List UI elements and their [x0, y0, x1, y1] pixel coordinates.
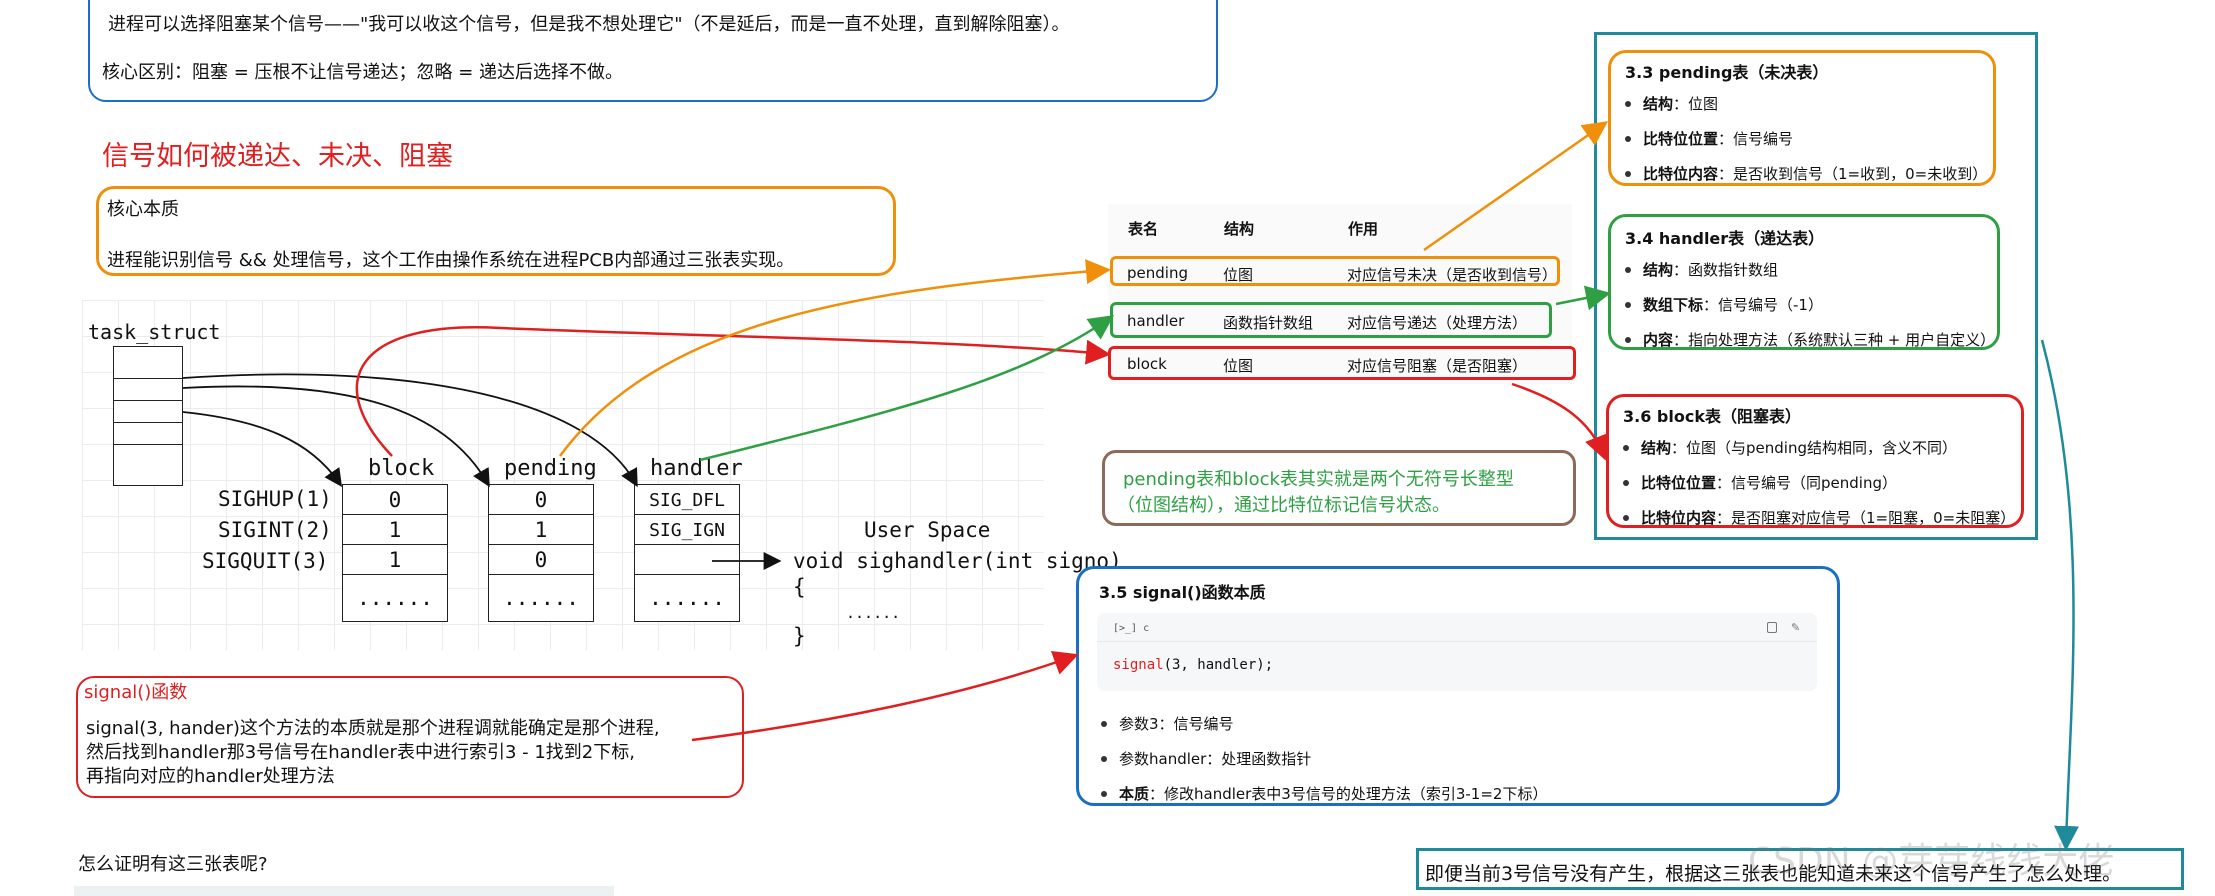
pending-to-table-arrow — [558, 259, 1111, 457]
signal-box-to-card-arrow — [691, 651, 1079, 742]
table-to-pending-card-arrow — [1423, 121, 1609, 252]
task-to-pending-arrow — [182, 385, 490, 488]
arrows-overlay — [182, 121, 2080, 851]
task-to-handler-arrow — [182, 373, 638, 488]
table-to-handler-card-arrow — [1555, 285, 1611, 311]
handler-to-table-arrow — [699, 315, 1115, 462]
task-to-block-arrow — [182, 411, 343, 487]
frame-to-bottom-note-arrow — [2040, 339, 2080, 851]
table-to-block-card-arrow — [1511, 382, 1609, 461]
